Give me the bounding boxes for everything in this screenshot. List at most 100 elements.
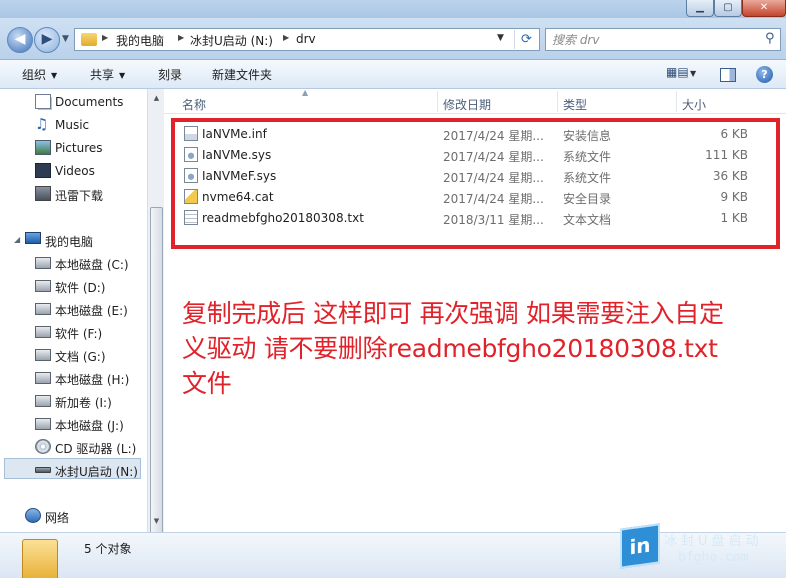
drive-icon xyxy=(35,418,51,430)
share-menu[interactable]: 共享 ▼ xyxy=(90,66,125,83)
column-divider[interactable] xyxy=(437,91,438,112)
back-button[interactable]: ◀ xyxy=(7,27,33,53)
column-divider[interactable] xyxy=(676,91,677,112)
chevron-down-icon: ▼ xyxy=(119,71,126,80)
column-header-size[interactable]: 大小 xyxy=(682,96,706,113)
sidebar-item-drive-h[interactable]: 本地磁盘 (H:) xyxy=(0,367,147,388)
column-header-type[interactable]: 类型 xyxy=(563,96,587,113)
sidebar-item-drive-c[interactable]: 本地磁盘 (C:) xyxy=(0,252,147,273)
item-count: 5 个对象 xyxy=(84,542,132,556)
column-header-date[interactable]: 修改日期 xyxy=(443,96,491,113)
address-bar[interactable]: ▶ 我的电脑 ▶ 冰封U启动 (N:) ▶ drv ▼ ⟳ xyxy=(74,28,540,51)
sidebar-item-label: 本地磁盘 (H:) xyxy=(55,373,130,387)
network-icon xyxy=(25,508,41,523)
sidebar-item-label: 软件 (D:) xyxy=(55,281,106,295)
minimize-button[interactable]: ▁ xyxy=(686,0,714,17)
refresh-icon: ⟳ xyxy=(521,32,532,47)
scroll-down-icon[interactable]: ▼ xyxy=(150,517,163,525)
collapse-icon[interactable]: ◢ xyxy=(14,235,20,244)
pictures-icon xyxy=(35,140,51,155)
breadcrumb-separator-icon[interactable]: ▶ xyxy=(178,33,184,42)
sidebar-item-label: Documents xyxy=(55,95,124,109)
chevron-down-icon: ▼ xyxy=(51,71,58,80)
sidebar-item-drive-j[interactable]: 本地磁盘 (J:) xyxy=(0,413,147,434)
breadcrumb-drv[interactable]: drv xyxy=(296,32,316,46)
organize-menu[interactable]: 组织 ▼ xyxy=(22,66,57,83)
navigation-pane: Documents ♫ Music Pictures Videos 迅雷下载 ◢… xyxy=(0,89,147,532)
forward-arrow-icon: ▶ xyxy=(41,31,53,47)
sidebar-item-computer[interactable]: ◢ 我的电脑 xyxy=(0,229,147,250)
sidebar-item-label: CD 驱动器 (L:) xyxy=(55,442,137,456)
watermark-url: bfgho.com xyxy=(678,550,749,565)
annotation-line: 复制完成后 这样即可 再次强调 如果需要注入自定 xyxy=(182,299,724,328)
scroll-up-icon[interactable]: ▲ xyxy=(150,94,163,102)
column-header-row: ▲ 名称 修改日期 类型 大小 xyxy=(164,88,786,114)
close-button[interactable]: ✕ xyxy=(742,0,786,17)
back-arrow-icon: ◀ xyxy=(14,31,26,47)
watermark-logo: in xyxy=(620,523,660,569)
sort-ascending-icon: ▲ xyxy=(302,88,309,97)
maximize-icon: ▢ xyxy=(723,2,733,13)
sidebar-item-xunlei-downloads[interactable]: 迅雷下载 xyxy=(0,183,147,204)
breadcrumb-separator-icon[interactable]: ▶ xyxy=(283,33,289,42)
organize-label: 组织 xyxy=(22,68,47,82)
close-icon: ✕ xyxy=(759,2,769,13)
address-dropdown-icon[interactable]: ▼ xyxy=(497,33,504,43)
annotation-line: 文件 xyxy=(182,369,232,398)
sidebar-item-music[interactable]: ♫ Music xyxy=(0,114,147,135)
sidebar-item-cd-drive-l[interactable]: CD 驱动器 (L:) xyxy=(0,436,147,457)
view-options-dropdown-icon[interactable]: ▼ xyxy=(690,69,700,87)
navigation-pane-scrollbar[interactable]: ▲ ▼ xyxy=(147,89,164,578)
search-input[interactable] xyxy=(552,31,752,48)
recent-pages-dropdown-icon[interactable]: ▼ xyxy=(62,34,69,44)
sidebar-item-label: Videos xyxy=(55,164,95,178)
search-box[interactable]: ⚲ xyxy=(545,28,781,51)
maximize-button[interactable]: ▢ xyxy=(714,0,742,17)
sidebar-item-documents[interactable]: Documents xyxy=(0,91,147,112)
command-bar: 组织 ▼ 共享 ▼ 刻录 新建文件夹 ▦▤ ▼ ? xyxy=(0,60,786,89)
drive-icon xyxy=(35,303,51,315)
breadcrumb-separator-icon[interactable]: ▶ xyxy=(102,33,108,42)
sidebar-item-label: 网络 xyxy=(45,511,70,525)
highlight-box xyxy=(171,118,780,249)
forward-button[interactable]: ▶ xyxy=(34,27,60,53)
download-icon xyxy=(35,186,51,201)
annotation-line: 义驱动 请不要删除readmebfgho20180308.txt xyxy=(182,334,718,363)
column-header-name[interactable]: 名称 xyxy=(182,96,206,113)
sidebar-item-label: 冰封U启动 (N:) xyxy=(55,465,138,479)
sidebar-item-drive-d[interactable]: 软件 (D:) xyxy=(0,275,147,296)
new-folder-button[interactable]: 新建文件夹 xyxy=(212,66,272,83)
sidebar-item-drive-e[interactable]: 本地磁盘 (E:) xyxy=(0,298,147,319)
sidebar-item-label: 本地磁盘 (E:) xyxy=(55,304,128,318)
sidebar-item-drive-i[interactable]: 新加卷 (I:) xyxy=(0,390,147,411)
breadcrumb-computer[interactable]: 我的电脑 xyxy=(116,32,164,49)
sidebar-item-label: 新加卷 (I:) xyxy=(55,396,112,410)
drive-icon xyxy=(35,326,51,338)
share-label: 共享 xyxy=(90,68,115,82)
annotation-text: 复制完成后 这样即可 再次强调 如果需要注入自定 义驱动 请不要删除readme… xyxy=(182,296,780,401)
documents-icon xyxy=(35,94,51,109)
change-view-icon[interactable]: ▦▤ xyxy=(666,65,690,83)
title-bar: ▁ ▢ ✕ xyxy=(0,0,786,18)
sidebar-item-drive-f[interactable]: 软件 (F:) xyxy=(0,321,147,342)
sidebar-item-network[interactable]: 网络 xyxy=(0,505,147,526)
sidebar-item-label: 我的电脑 xyxy=(45,235,94,249)
preview-pane-icon[interactable] xyxy=(720,68,736,82)
column-divider[interactable] xyxy=(557,91,558,112)
usb-drive-icon xyxy=(35,467,51,473)
sidebar-item-videos[interactable]: Videos xyxy=(0,160,147,181)
music-icon: ♫ xyxy=(35,115,49,133)
breadcrumb-usb-drive[interactable]: 冰封U启动 (N:) xyxy=(190,32,273,49)
sidebar-item-pictures[interactable]: Pictures xyxy=(0,137,147,158)
sidebar-item-drive-g[interactable]: 文档 (G:) xyxy=(0,344,147,365)
search-icon[interactable]: ⚲ xyxy=(765,31,775,46)
watermark-text: 冰封U盘启动 xyxy=(664,534,763,549)
watermark: in 冰封U盘启动 bfgho.com xyxy=(620,523,786,578)
sidebar-item-label: 文档 (G:) xyxy=(55,350,106,364)
refresh-button[interactable]: ⟳ xyxy=(514,30,538,49)
sidebar-item-label: 本地磁盘 (J:) xyxy=(55,419,124,433)
sidebar-item-usb-drive-n[interactable]: 冰封U启动 (N:) xyxy=(4,458,141,479)
burn-button[interactable]: 刻录 xyxy=(158,66,182,83)
navigation-bar: ◀ ▶ ▼ ▶ 我的电脑 ▶ 冰封U启动 (N:) ▶ drv ▼ ⟳ ⚲ xyxy=(0,18,786,60)
help-icon[interactable]: ? xyxy=(756,66,773,83)
